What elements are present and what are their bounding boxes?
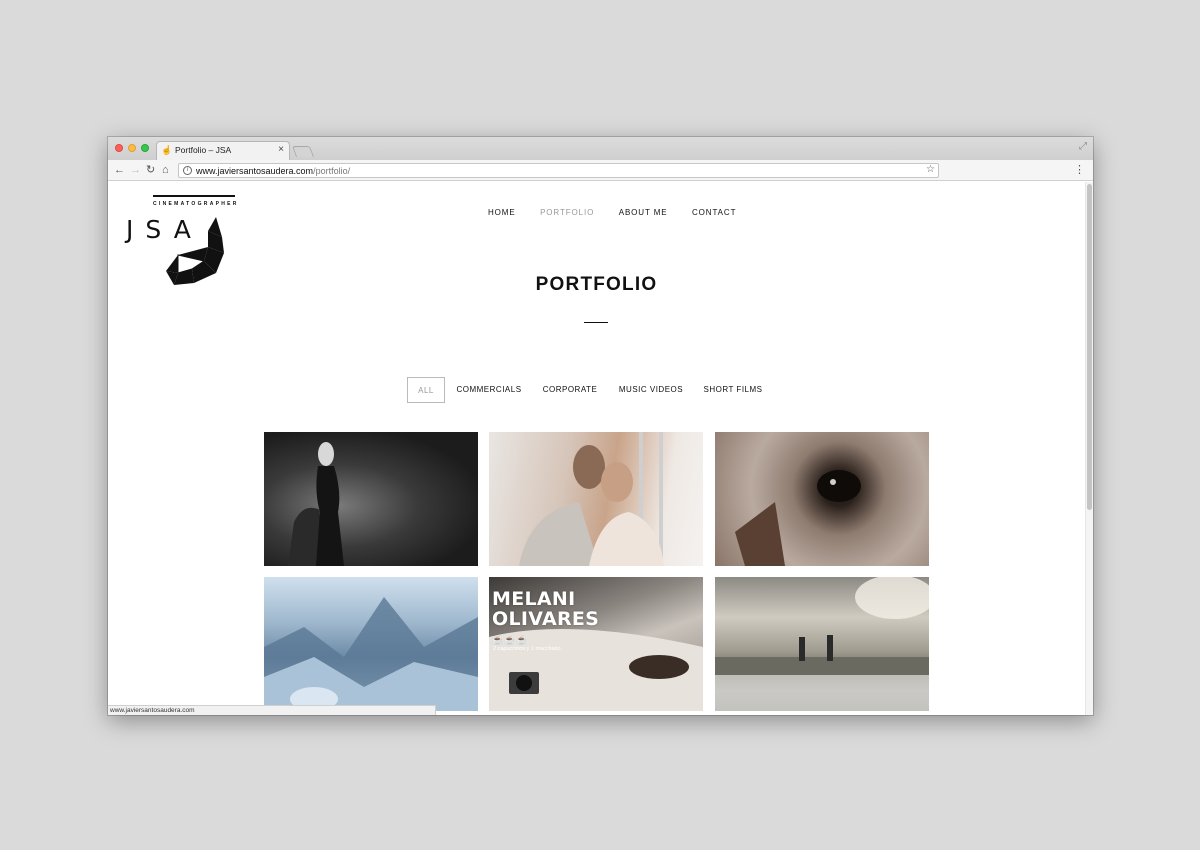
new-tab-button[interactable]: [291, 146, 315, 157]
nav-portfolio[interactable]: PORTFOLIO: [540, 208, 594, 217]
favicon-icon: ☝: [161, 145, 173, 155]
scrollbar-thumb[interactable]: [1087, 184, 1092, 510]
shore-image: [715, 577, 929, 711]
back-icon[interactable]: ←: [114, 163, 125, 177]
browser-window: ☝ Portfolio – JSA × ⤢ ← → ↻ ⌂ i www.javi…: [108, 137, 1093, 715]
portfolio-item-couple[interactable]: [489, 432, 703, 566]
horse-eye-image: [735, 470, 861, 566]
filter-corporate[interactable]: CORPORATE: [537, 377, 603, 403]
window-close-button[interactable]: [115, 144, 123, 152]
title-divider: [584, 322, 608, 323]
reload-icon[interactable]: ↻: [146, 163, 155, 177]
portfolio-item-melani-olivares[interactable]: MELANI OLIVARES ☕☕☕ 2 capuccinos y 1 mac…: [489, 577, 703, 711]
tab-strip: ☝ Portfolio – JSA × ⤢: [108, 137, 1093, 160]
filter-short-films[interactable]: SHORT FILMS: [699, 377, 767, 403]
mountains-image: [264, 597, 478, 711]
filter-music-videos[interactable]: MUSIC VIDEOS: [613, 377, 689, 403]
thumb-caption: 2 capuccinos y 1 macchiato: [493, 646, 561, 652]
tab-title: Portfolio – JSA: [175, 145, 232, 155]
thumb-title-line1: MELANI: [492, 588, 576, 610]
thumb-title-line2: OLIVARES: [492, 608, 600, 630]
portfolio-item-dancer[interactable]: [264, 432, 478, 566]
forward-icon[interactable]: →: [130, 163, 141, 177]
thumb-title: MELANI OLIVARES: [492, 589, 599, 629]
page-viewport: CINEMATOGRAPHER JSA HOME PORTFOLIO ABOUT…: [108, 182, 1093, 715]
filter-all[interactable]: ALL: [407, 377, 445, 403]
url-text: www.javiersantosaudera.com/portfolio/: [196, 165, 350, 177]
logo-subtitle: CINEMATOGRAPHER: [153, 201, 239, 207]
home-icon[interactable]: ⌂: [162, 163, 169, 177]
browser-menu-icon[interactable]: ⋮: [1074, 163, 1085, 176]
portfolio-item-mountains[interactable]: [264, 577, 478, 711]
dancer-silhouette: [288, 442, 344, 566]
main-nav: HOME PORTFOLIO ABOUT ME CONTACT: [488, 202, 756, 217]
portfolio-item-shore[interactable]: [715, 577, 929, 711]
browser-tab[interactable]: ☝ Portfolio – JSA ×: [156, 141, 290, 160]
site-info-icon[interactable]: i: [183, 166, 192, 175]
coffee-cups-icon: ☕☕☕: [492, 635, 529, 645]
status-url-bubble: www.javiersantosaudera.com: [108, 705, 436, 715]
couple-image: [519, 432, 664, 566]
filter-commercials[interactable]: COMMERCIALS: [453, 377, 525, 403]
tab-close-icon[interactable]: ×: [278, 144, 284, 156]
window-minimize-button[interactable]: [128, 144, 136, 152]
nav-home[interactable]: HOME: [488, 208, 516, 217]
address-bar[interactable]: i www.javiersantosaudera.com/portfolio/ …: [178, 163, 939, 178]
portfolio-item-horse[interactable]: [715, 432, 929, 566]
browser-toolbar: ← → ↻ ⌂ i www.javiersantosaudera.com/por…: [108, 160, 1093, 181]
page-title: PORTFOLIO: [535, 274, 658, 295]
nav-contact[interactable]: CONTACT: [692, 208, 736, 217]
bookmark-star-icon[interactable]: ☆: [926, 164, 935, 175]
fullscreen-icon[interactable]: ⤢: [1079, 141, 1087, 152]
logo-rule: [153, 195, 235, 197]
window-maximize-button[interactable]: [141, 144, 149, 152]
nav-about-me[interactable]: ABOUT ME: [619, 208, 668, 217]
url-path: /portfolio/: [313, 166, 351, 176]
page-scrollbar[interactable]: [1085, 182, 1093, 715]
url-host: www.javiersantosaudera.com: [196, 166, 314, 176]
